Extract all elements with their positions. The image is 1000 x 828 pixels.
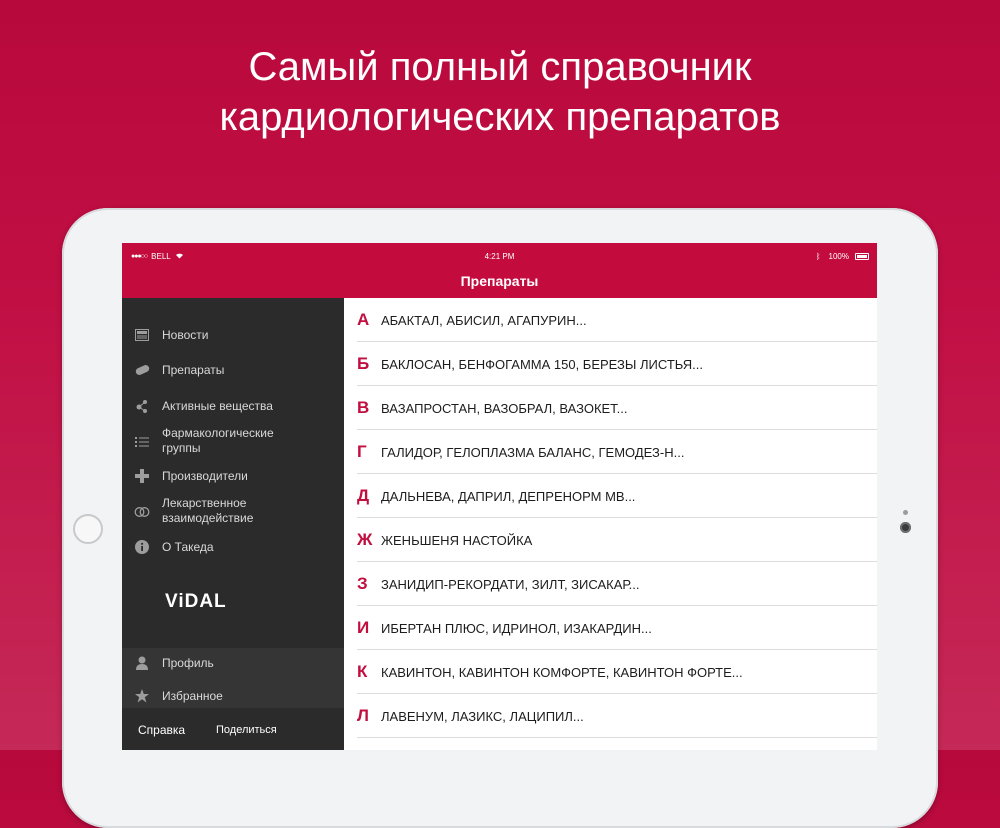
star-icon [134,688,150,704]
list-item[interactable]: Б БАКЛОСАН, БЕНФОГАММА 150, БЕРЕЗЫ ЛИСТЬ… [344,342,877,386]
index-letter: Г [357,442,367,461]
vidal-logo: ViDAL [165,591,227,612]
sidebar-item-pharm-groups[interactable]: Фармакологические группы [122,426,344,458]
list-icon [134,434,150,450]
list-item[interactable]: А АБАКТАЛ, АБИСИЛ, АГАПУРИН... [344,298,877,342]
status-bar: ●●●○○ BELL 4:21 PM ᛒ 100% [122,243,877,271]
drug-list: А АБАКТАЛ, АБИСИЛ, АГАПУРИН... Б БАКЛОСА… [344,298,877,750]
list-item[interactable]: К КАВИНТОН, КАВИНТОН КОМФОРТЕ, КАВИНТОН … [344,650,877,694]
sensor-dot [903,510,908,515]
status-time: 4:21 PM [484,252,515,261]
index-letter: К [357,662,368,681]
index-letter: И [357,618,370,637]
sidebar-item-drugs[interactable]: Препараты [122,362,344,378]
headline-line-2: кардиологических препаратов [219,95,781,139]
nav-title: Препараты [460,273,539,289]
index-letter: Л [357,706,369,725]
pill-icon [134,362,150,378]
drug-names: ГАЛИДОР, ГЕЛОПЛАЗМА БАЛАНС, ГЕМОДЕЗ-Н... [381,445,685,460]
camera-lens [900,522,911,533]
index-letter: А [357,310,370,329]
index-letter: Б [357,354,370,373]
interaction-icon [134,504,150,520]
battery-percent: 100% [828,252,849,261]
list-item[interactable]: И ИБЕРТАН ПЛЮС, ИДРИНОЛ, ИЗАКАРДИН... [344,606,877,650]
sidebar-item-label: Препараты [162,362,225,377]
newspaper-icon [134,327,150,343]
molecule-icon [134,398,150,414]
sidebar-item-label: Фармакологические группы [162,426,274,455]
sidebar-item-label: Производители [162,468,248,483]
nav-bar: Препараты [122,271,877,298]
row-divider [357,737,877,738]
drug-names: ЗАНИДИП-РЕКОРДАТИ, ЗИЛТ, ЗИСАКАР... [381,577,640,592]
index-letter: З [357,574,368,593]
sidebar-item-interactions[interactable]: Лекарственное взаимодействие [122,496,344,528]
list-item[interactable]: В ВАЗАПРОСТАН, ВАЗОБРАЛ, ВАЗОКЕТ... [344,386,877,430]
sidebar-item-label: Новости [162,327,209,342]
home-button [73,514,103,544]
drug-names: АБАКТАЛ, АБИСИЛ, АГАПУРИН... [381,313,587,328]
sidebar-item-manufacturers[interactable]: Производители [122,468,344,484]
info-icon [134,539,150,555]
help-link[interactable]: Справка [138,723,185,737]
battery-icon [855,253,869,260]
sidebar: Новости Препараты Активные вещества Фарм… [122,298,344,750]
drug-names: ВАЗАПРОСТАН, ВАЗОБРАЛ, ВАЗОКЕТ... [381,401,628,416]
sidebar-item-label: Профиль [162,655,214,670]
drug-names: ЖЕНЬШЕНЯ НАСТОЙКА [381,533,533,548]
headline: Самый полный справочник кардиологических… [0,42,1000,142]
index-letter: Ж [357,530,373,549]
drug-names: БАКЛОСАН, БЕНФОГАММА 150, БЕРЕЗЫ ЛИСТЬЯ.… [381,357,703,372]
sidebar-item-news[interactable]: Новости [122,327,344,343]
index-letter: В [357,398,370,417]
person-icon [134,655,150,671]
drug-names: ЛАВЕНУМ, ЛАЗИКС, ЛАЦИПИЛ... [381,709,584,724]
user-block: Профиль Избранное [122,648,344,708]
sidebar-item-favorites[interactable]: Избранное [122,688,344,704]
sidebar-item-label: Лекарственное взаимодействие [162,496,254,525]
status-right: ᛒ 100% [816,252,849,261]
drug-names: ИБЕРТАН ПЛЮС, ИДРИНОЛ, ИЗАКАРДИН... [381,621,652,636]
list-item[interactable]: З ЗАНИДИП-РЕКОРДАТИ, ЗИЛТ, ЗИСАКАР... [344,562,877,606]
headline-line-1: Самый полный справочник [248,45,752,89]
drug-names: ДАЛЬНЕВА, ДАПРИЛ, ДЕПРЕНОРМ МВ... [381,489,636,504]
app-screen: ●●●○○ BELL 4:21 PM ᛒ 100% Препараты Ново… [122,243,877,750]
list-item[interactable]: Ж ЖЕНЬШЕНЯ НАСТОЙКА [344,518,877,562]
sidebar-item-label: Избранное [162,688,223,703]
drug-names: КАВИНТОН, КАВИНТОН КОМФОРТЕ, КАВИНТОН ФО… [381,665,743,680]
sidebar-item-label: О Такеда [162,539,214,554]
bluetooth-icon: ᛒ [815,252,821,261]
plus-icon [134,468,150,484]
sidebar-item-about[interactable]: О Такеда [122,539,344,555]
list-item[interactable]: Г ГАЛИДОР, ГЕЛОПЛАЗМА БАЛАНС, ГЕМОДЕЗ-Н.… [344,430,877,474]
list-item[interactable]: Л ЛАВЕНУМ, ЛАЗИКС, ЛАЦИПИЛ... [344,694,877,738]
sidebar-item-label: Активные вещества [162,398,273,413]
sidebar-item-profile[interactable]: Профиль [122,655,344,671]
list-item[interactable]: Д ДАЛЬНЕВА, ДАПРИЛ, ДЕПРЕНОРМ МВ... [344,474,877,518]
share-link[interactable]: Поделиться [216,724,277,736]
index-letter: Д [357,486,370,505]
sidebar-item-substances[interactable]: Активные вещества [122,398,344,414]
